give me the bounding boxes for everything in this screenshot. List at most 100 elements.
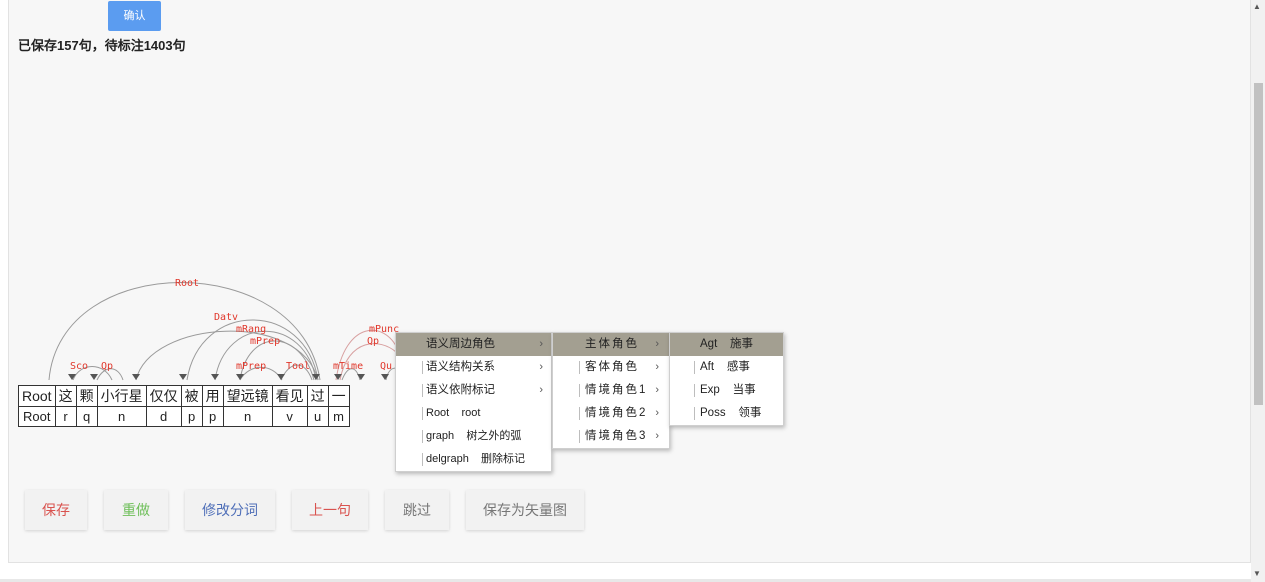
scroll-thumb[interactable]: [1254, 83, 1263, 405]
menu-item-situation-roles-3[interactable]: 情境角色3 ›: [553, 425, 669, 448]
chevron-right-icon: ›: [539, 384, 543, 396]
separator: [579, 407, 580, 420]
menu-item-label: graph 树之外的弧: [426, 430, 522, 442]
separator: [579, 384, 580, 397]
arrow-2: [90, 374, 98, 380]
scroll-up-icon[interactable]: ▲: [1253, 2, 1261, 11]
menu-item-semantic-structure[interactable]: 语义结构关系 ›: [396, 356, 551, 379]
word-cell[interactable]: Root: [18, 385, 56, 407]
previous-sentence-button[interactable]: 上一句: [292, 490, 368, 530]
pos-cell: p: [201, 406, 224, 427]
arc-label-root: Root: [175, 278, 199, 289]
word-cell[interactable]: 望远镜: [222, 385, 273, 407]
word-cell[interactable]: 小行星: [96, 385, 147, 407]
arc-label-mrang: mRang: [236, 324, 266, 335]
arrow-5: [211, 374, 219, 380]
menu-item-delgraph[interactable]: delgraph 删除标记: [396, 448, 551, 471]
word-cell[interactable]: 用: [201, 385, 224, 407]
menu-item-situation-roles-1[interactable]: 情境角色1 ›: [553, 379, 669, 402]
menu-item-label: Aft 感事: [700, 361, 750, 373]
pos-cell: Root: [18, 406, 56, 427]
word-cell[interactable]: 过: [306, 385, 329, 407]
menu-item-label: 情境角色3: [585, 430, 648, 442]
menu-item-root[interactable]: Root root: [396, 402, 551, 425]
menu-item-label: Agt 施事: [700, 338, 754, 350]
word-cell[interactable]: 被: [180, 385, 203, 407]
menu-item-semantic-attached-marks[interactable]: 语义依附标记 ›: [396, 379, 551, 402]
arc-label-qp2: Qp: [367, 336, 379, 347]
word-cell[interactable]: 颗: [75, 385, 98, 407]
menu-item-label: Exp 当事: [700, 384, 756, 396]
separator: [422, 407, 423, 420]
edit-segmentation-button[interactable]: 修改分词: [185, 490, 275, 530]
pos-cell: r: [54, 406, 77, 427]
menu-item-label: 语义周边角色: [426, 338, 495, 350]
word-row: Root 这 颗 小行星 仅仅 被 用 望远镜 看见 过 一: [18, 385, 350, 407]
save-as-svg-button[interactable]: 保存为矢量图: [466, 490, 584, 530]
arc-label-mtime: mTime: [333, 361, 363, 372]
redo-button[interactable]: 重做: [104, 490, 168, 530]
pos-cell: d: [145, 406, 182, 427]
chevron-right-icon: ›: [539, 338, 543, 350]
menu-item-label: delgraph 删除标记: [426, 453, 526, 465]
menu-item-label: Poss 领事: [700, 407, 762, 419]
pos-cell: p: [180, 406, 203, 427]
skip-button[interactable]: 跳过: [385, 490, 449, 530]
menu-item-graph[interactable]: graph 树之外的弧: [396, 425, 551, 448]
menu-item-situation-roles-2[interactable]: 情境角色2 ›: [553, 402, 669, 425]
arrow-4: [179, 374, 187, 380]
arc-label-datv: Datv: [214, 312, 238, 323]
chevron-right-icon: ›: [539, 361, 543, 373]
arrow-11: [381, 374, 389, 380]
pos-cell: n: [96, 406, 147, 427]
separator: [694, 407, 695, 420]
pos-cell: q: [75, 406, 98, 427]
word-cell[interactable]: 这: [54, 385, 77, 407]
arc-root: [48, 282, 321, 381]
context-menu-level3: Agt 施事 Aft 感事 Exp 当事 Poss 领事: [669, 332, 784, 426]
save-button[interactable]: 保存: [25, 490, 87, 530]
arrow-6: [236, 374, 244, 380]
separator: [579, 430, 580, 443]
word-cell[interactable]: 一: [327, 385, 350, 407]
menu-item-label: 语义依附标记: [426, 384, 495, 396]
arc-label-qp1: Qp: [101, 361, 113, 372]
menu-item-aft[interactable]: Aft 感事: [670, 356, 783, 379]
menu-item-poss[interactable]: Poss 领事: [670, 402, 783, 425]
menu-item-agt[interactable]: Agt 施事: [670, 333, 783, 356]
arc-label-sco: Sco: [70, 361, 88, 372]
separator: [422, 453, 423, 466]
pos-cell: v: [271, 406, 308, 427]
token-table: Root 这 颗 小行星 仅仅 被 用 望远镜 看见 过 一 Root r q …: [18, 385, 350, 427]
pos-row: Root r q n d p p n v u m: [18, 406, 350, 427]
menu-item-label: 客体角色: [585, 361, 639, 373]
scroll-down-icon[interactable]: ▼: [1253, 569, 1261, 578]
menu-item-exp[interactable]: Exp 当事: [670, 379, 783, 402]
arrow-7: [277, 374, 285, 380]
menu-item-semantic-peripheral-roles[interactable]: 语义周边角色 ›: [396, 333, 551, 356]
chevron-right-icon: ›: [655, 338, 661, 350]
separator: [694, 361, 695, 374]
separator: [422, 361, 423, 374]
separator: [422, 384, 423, 397]
pos-cell: m: [327, 406, 350, 427]
arc-label-mprep1: mPrep: [250, 336, 280, 347]
pos-cell: u: [306, 406, 329, 427]
separator: [694, 384, 695, 397]
vertical-scrollbar[interactable]: ▲ ▼: [1251, 0, 1265, 582]
pos-cell: n: [222, 406, 273, 427]
arrow-10: [357, 374, 365, 380]
separator: [579, 361, 580, 374]
arrow-3: [132, 374, 140, 380]
menu-item-object-roles[interactable]: 客体角色 ›: [553, 356, 669, 379]
menu-item-label: 语义结构关系: [426, 361, 495, 373]
chevron-right-icon: ›: [655, 361, 661, 373]
separator: [422, 430, 423, 443]
word-cell[interactable]: 看见: [271, 385, 308, 407]
arc-label-qu: Qu: [380, 361, 392, 372]
menu-item-subject-roles[interactable]: 主体角色 ›: [553, 333, 669, 356]
menu-item-label: Root root: [426, 407, 481, 419]
context-menu-level2: 主体角色 › 客体角色 › 情境角色1 › 情境角色2 › 情境角色3 ›: [552, 332, 670, 449]
word-cell[interactable]: 仅仅: [145, 385, 182, 407]
chevron-right-icon: ›: [655, 384, 661, 396]
